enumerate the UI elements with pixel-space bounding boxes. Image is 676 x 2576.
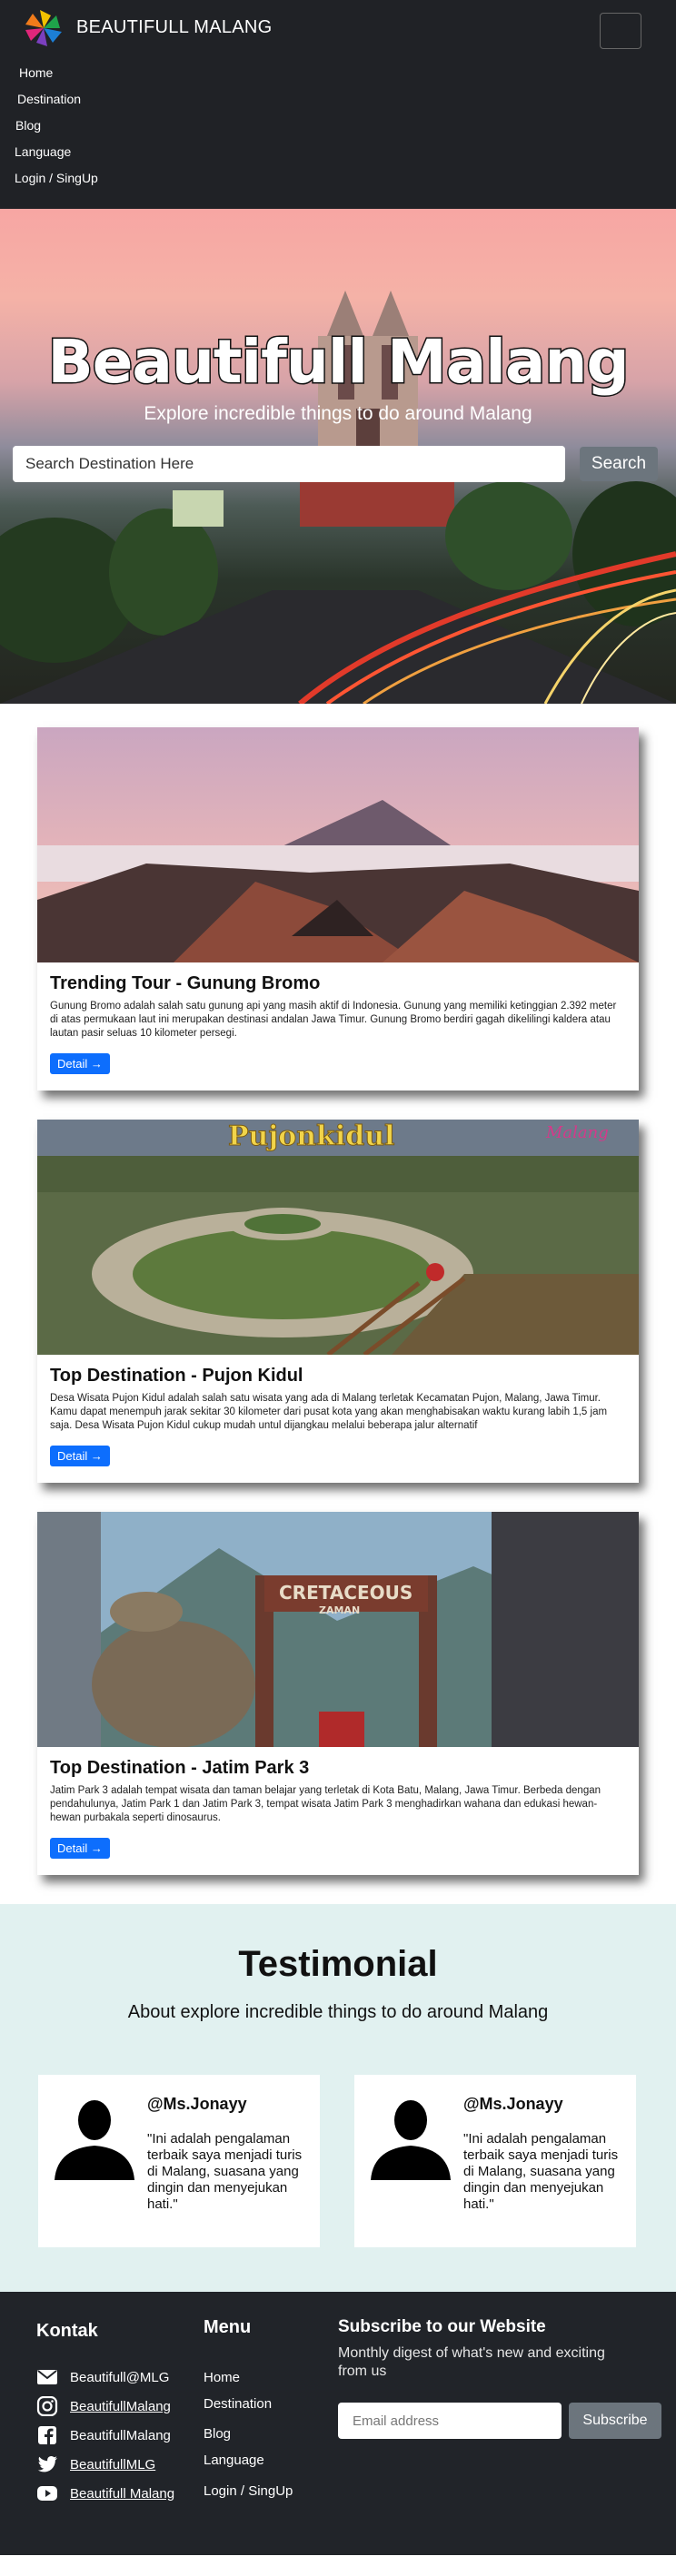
brand-name: BEAUTIFULL MALANG (76, 16, 273, 37)
footer-menu-home[interactable]: Home (204, 2364, 293, 2391)
subscribe-text: Monthly digest of what's new and excitin… (338, 2345, 605, 2379)
contact-facebook: BeautifullMalang (36, 2421, 174, 2450)
testimonial-title: Testimonial (238, 1944, 438, 1984)
malang-sign-text: Malang (545, 1123, 609, 1142)
person-silhouette-icon (371, 2100, 451, 2180)
destination-card-pujon-kidul: Pujonkidul Malang Top Destination - Pujo… (37, 1120, 639, 1483)
card-title: Top Destination - Pujon Kidul (50, 1366, 303, 1386)
card-text: Desa Wisata Pujon Kidul adalah salah sat… (50, 1393, 608, 1431)
instagram-icon (36, 2396, 58, 2416)
destination-cards: Trending Tour - Gunung Bromo Gunung Brom… (0, 704, 676, 1875)
navbar: BEAUTIFULL MALANG Home Destination Blog … (0, 0, 676, 209)
nav-menu: Home Destination Blog Language Login / S… (15, 60, 98, 192)
subscribe-button[interactable]: Subscribe (569, 2403, 661, 2439)
envelope-icon (37, 2370, 57, 2384)
testimonial-subtitle: About explore incredible things to do ar… (127, 2002, 549, 2022)
contact-email: Beautifull@MLG (36, 2363, 174, 2392)
testimonial-card: @Ms.Jonayy "Ini adalah pengalaman terbai… (354, 2075, 636, 2247)
card-title: Trending Tour - Gunung Bromo (50, 973, 321, 993)
footer-menu-heading: Menu (204, 2317, 252, 2337)
footer: Kontak Beautifull@MLG BeautifullMalang B… (0, 2292, 676, 2555)
hero-subtitle: Explore incredible things to do around M… (144, 403, 532, 424)
contact-heading: Kontak (36, 2321, 98, 2341)
footer-menu-blog[interactable]: Blog (204, 2421, 293, 2447)
card-title: Top Destination - Jatim Park 3 (50, 1758, 310, 1778)
nav-item-home[interactable]: Home (15, 60, 98, 86)
search-button[interactable]: Search (580, 447, 658, 481)
hero-title: Beautifull Malang (46, 326, 631, 399)
email-input[interactable] (338, 2403, 562, 2439)
detail-button[interactable]: Detail → (50, 1446, 110, 1466)
card-text: Gunung Bromo adalah salah satu gunung ap… (50, 1001, 617, 1039)
nav-item-destination[interactable]: Destination (15, 86, 98, 113)
detail-button[interactable]: Detail → (50, 1838, 110, 1859)
brand[interactable]: BEAUTIFULL MALANG (16, 4, 273, 51)
facebook-icon (38, 2426, 56, 2444)
footer-menu-destination[interactable]: Destination (204, 2391, 293, 2417)
nav-item-login[interactable]: Login / SingUp (15, 165, 98, 192)
contact-twitter-link[interactable]: BeautifullMLG (70, 2457, 155, 2472)
footer-menu-language[interactable]: Language (204, 2447, 293, 2473)
zaman-sign-text: ZAMAN (319, 1604, 360, 1616)
detail-button[interactable]: Detail → (50, 1053, 110, 1074)
search-input[interactable] (13, 446, 565, 482)
nav-item-blog[interactable]: Blog (15, 113, 98, 139)
testimonial-quote: "Ini adalah pengalaman terbaik saya menj… (463, 2131, 619, 2212)
jatim-park-photo: CRETACEOUS ZAMAN (37, 1512, 639, 1747)
testimonial-name: @Ms.Jonayy (463, 2095, 563, 2113)
menu-toggle-button[interactable] (600, 13, 641, 49)
footer-menu: Home Destination Blog Language Login / S… (204, 2364, 293, 2504)
pujon-kidul-photo: Pujonkidul Malang (37, 1120, 639, 1355)
testimonial-section: Testimonial About explore incredible thi… (0, 1904, 676, 2292)
contact-instagram: BeautifullMalang (36, 2392, 174, 2421)
twitter-icon (37, 2456, 57, 2472)
testimonial-name: @Ms.Jonayy (147, 2095, 247, 2113)
pinwheel-logo-icon (25, 10, 62, 46)
youtube-icon (37, 2486, 57, 2501)
person-silhouette-icon (55, 2100, 134, 2180)
contact-instagram-link[interactable]: BeautifullMalang (70, 2399, 171, 2414)
contact-list: Beautifull@MLG BeautifullMalang Beautifu… (36, 2363, 174, 2508)
card-text: Jatim Park 3 adalah tempat wisata dan ta… (50, 1785, 601, 1823)
subscribe-heading: Subscribe to our Website (338, 2317, 546, 2336)
hero: Beautifull Malang Explore incredible thi… (0, 209, 676, 704)
contact-facebook-label: BeautifullMalang (70, 2427, 171, 2443)
bromo-photo (37, 727, 639, 962)
contact-youtube-link[interactable]: Beautifull Malang (70, 2486, 174, 2502)
nav-item-language[interactable]: Language (15, 139, 98, 165)
cretaceous-sign-text: CRETACEOUS (279, 1582, 413, 1604)
contact-twitter: BeautifullMLG (36, 2450, 174, 2479)
pujon-sign-text: Pujonkidul (228, 1120, 394, 1152)
contact-email-label: Beautifull@MLG (70, 2369, 170, 2385)
destination-card-bromo: Trending Tour - Gunung Bromo Gunung Brom… (37, 727, 639, 1091)
destination-card-jatim-park: CRETACEOUS ZAMAN Top Destination - Jatim… (37, 1512, 639, 1875)
testimonial-card: @Ms.Jonayy "Ini adalah pengalaman terbai… (38, 2075, 320, 2247)
footer-menu-login[interactable]: Login / SingUp (204, 2478, 293, 2504)
testimonial-quote: "Ini adalah pengalaman terbaik saya menj… (147, 2131, 303, 2212)
contact-youtube: Beautifull Malang (36, 2479, 174, 2508)
